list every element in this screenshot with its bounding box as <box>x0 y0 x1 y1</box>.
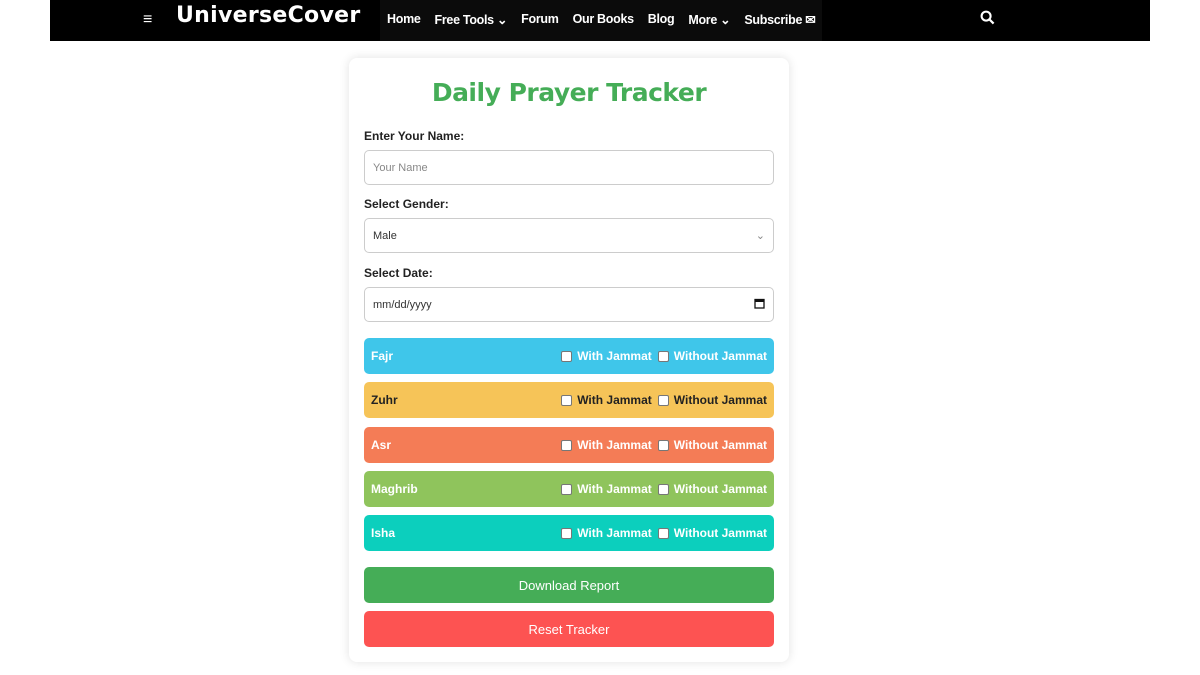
hamburger-menu-icon[interactable]: ≡ <box>143 12 156 28</box>
search-icon[interactable] <box>980 10 995 29</box>
without-jammat-checkbox[interactable] <box>657 350 669 362</box>
with-jammat-checkbox[interactable] <box>561 350 573 362</box>
without-jammat-checkbox[interactable] <box>657 439 669 451</box>
prayer-name: Fajr <box>371 349 394 363</box>
gender-value: Male <box>373 229 397 242</box>
chevron-down-icon: ⌄ <box>755 230 765 242</box>
without-jammat-label[interactable]: Without Jammat <box>674 393 767 407</box>
without-jammat-label[interactable]: Without Jammat <box>674 349 767 363</box>
nav-subscribe[interactable]: Subscribe ✉ <box>744 12 815 27</box>
with-jammat-checkbox[interactable] <box>561 483 573 495</box>
calendar-icon[interactable] <box>754 298 765 312</box>
prayer-row-zuhr: Zuhr With Jammat Without Jammat <box>364 382 774 418</box>
nav-forum[interactable]: Forum <box>521 12 559 27</box>
nav-blog[interactable]: Blog <box>648 12 675 27</box>
without-jammat-label[interactable]: Without Jammat <box>674 526 767 540</box>
date-label: Select Date: <box>364 266 433 280</box>
prayer-row-asr: Asr With Jammat Without Jammat <box>364 427 774 463</box>
without-jammat-checkbox[interactable] <box>657 527 669 539</box>
with-jammat-label[interactable]: With Jammat <box>577 482 652 496</box>
date-placeholder: mm/dd/yyyy <box>373 298 432 311</box>
without-jammat-label[interactable]: Without Jammat <box>674 438 767 452</box>
nav-our-books[interactable]: Our Books <box>573 12 635 27</box>
site-logo[interactable]: UniverseCover <box>176 3 360 28</box>
name-input[interactable]: Your Name <box>364 150 774 185</box>
nav-home[interactable]: Home <box>387 12 421 27</box>
nav-more[interactable]: More ⌄ <box>688 12 730 27</box>
prayer-row-fajr: Fajr With Jammat Without Jammat <box>364 338 774 374</box>
with-jammat-label[interactable]: With Jammat <box>577 526 652 540</box>
name-label: Enter Your Name: <box>364 129 465 143</box>
without-jammat-checkbox[interactable] <box>657 394 669 406</box>
without-jammat-label[interactable]: Without Jammat <box>674 482 767 496</box>
with-jammat-label[interactable]: With Jammat <box>577 438 652 452</box>
page-title: Daily Prayer Tracker <box>431 78 707 107</box>
with-jammat-checkbox[interactable] <box>561 439 573 451</box>
reset-tracker-button[interactable]: Reset Tracker <box>364 611 774 647</box>
download-report-button[interactable]: Download Report <box>364 567 774 603</box>
without-jammat-checkbox[interactable] <box>657 483 669 495</box>
prayer-tracker-card: Daily Prayer Tracker Enter Your Name: Yo… <box>349 58 789 662</box>
with-jammat-label[interactable]: With Jammat <box>577 393 652 407</box>
top-navbar: ≡ UniverseCover Home Free Tools ⌄ Forum … <box>50 0 1150 41</box>
prayer-row-isha: Isha With Jammat Without Jammat <box>364 515 774 551</box>
gender-select[interactable]: Male ⌄ <box>364 218 774 253</box>
nav-free-tools[interactable]: Free Tools ⌄ <box>435 12 508 27</box>
with-jammat-checkbox[interactable] <box>561 394 573 406</box>
prayer-name: Asr <box>371 438 392 452</box>
prayer-name: Maghrib <box>371 482 418 496</box>
with-jammat-label[interactable]: With Jammat <box>577 349 652 363</box>
prayer-name: Isha <box>371 526 396 540</box>
prayer-name: Zuhr <box>371 393 398 407</box>
gender-label: Select Gender: <box>364 197 449 211</box>
main-menu: Home Free Tools ⌄ Forum Our Books Blog M… <box>387 12 816 27</box>
prayer-row-maghrib: Maghrib With Jammat Without Jammat <box>364 471 774 507</box>
with-jammat-checkbox[interactable] <box>561 527 573 539</box>
date-input[interactable]: mm/dd/yyyy <box>364 287 774 322</box>
